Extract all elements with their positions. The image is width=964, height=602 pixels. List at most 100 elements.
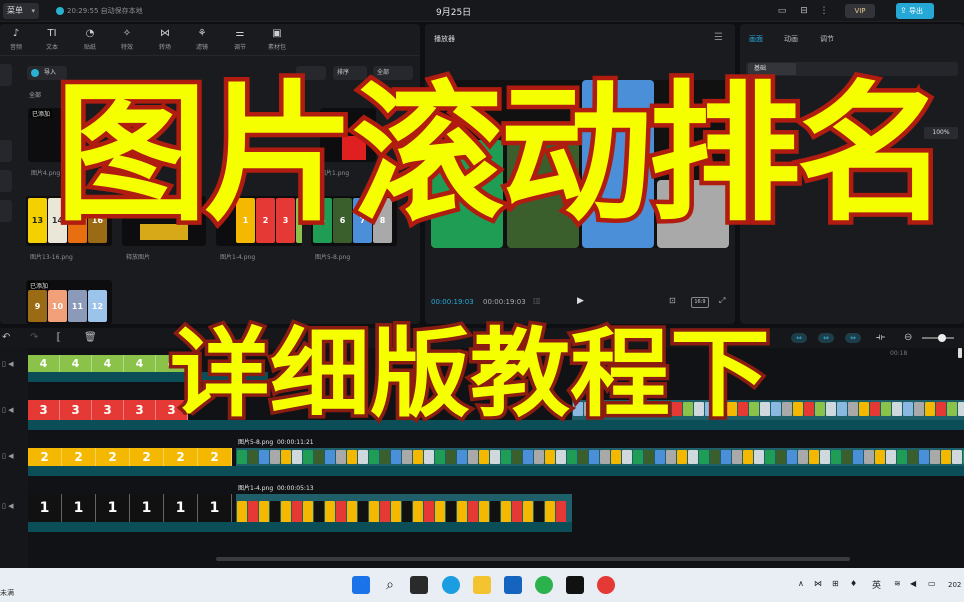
tray-app-icon[interactable]: ⋈: [814, 579, 822, 588]
tab-adjust[interactable]: 调节: [820, 34, 834, 44]
tab-picture[interactable]: 画面: [749, 34, 763, 44]
export-button[interactable]: ⇪ 导出: [896, 3, 934, 19]
filmstrip-tile: [259, 450, 269, 464]
adjust-icon: ⚌: [235, 28, 245, 39]
input-method[interactable]: 英: [872, 578, 881, 591]
battery-icon[interactable]: ▭: [928, 579, 936, 588]
menu-icon[interactable]: ☰: [714, 32, 723, 43]
weather-widget[interactable]: 未满: [0, 588, 14, 598]
track-mute-icon[interactable]: ▯ ◀: [2, 452, 13, 460]
project-title[interactable]: 9月25日: [436, 5, 471, 18]
align-icon[interactable]: ⟛: [876, 332, 885, 343]
tool-transition[interactable]: ⋈ 转场: [147, 27, 183, 51]
filmstrip-tile: [490, 450, 500, 464]
capcut-icon[interactable]: [566, 576, 584, 594]
preview-axis-icon[interactable]: ⇔: [845, 333, 861, 343]
tool-adjust[interactable]: ⚌ 调节: [222, 27, 258, 51]
redo-icon[interactable]: ↷: [30, 332, 38, 343]
media-thumb[interactable]: 已添加 9 10 11 12: [26, 280, 112, 324]
filmstrip-tile: [864, 450, 874, 464]
sub-title-overlay: 详细版教程下: [167, 315, 774, 425]
undo-icon[interactable]: ↶: [2, 332, 10, 343]
sidebar-item[interactable]: [0, 140, 12, 162]
track-segment: 1: [164, 494, 198, 522]
filmstrip-tile: [897, 450, 907, 464]
filmstrip-tile: [413, 450, 423, 464]
screen-icon[interactable]: ▭: [776, 5, 788, 17]
taskview-icon[interactable]: [410, 576, 428, 594]
filmstrip-tile: [281, 450, 291, 464]
filmstrip-tile: [336, 450, 346, 464]
filmstrip-tile: [633, 450, 643, 464]
delete-icon[interactable]: 🗑: [84, 332, 97, 343]
tray-app-icon[interactable]: ⊞: [832, 579, 839, 588]
filmstrip-tile: [380, 501, 390, 522]
filmstrip-tile: [743, 450, 753, 464]
tool-effects[interactable]: ✧ 特效: [109, 27, 145, 51]
tray-up-icon[interactable]: ∧: [798, 579, 804, 588]
tool-sticker[interactable]: ◔ 贴纸: [72, 27, 108, 51]
sticker-icon: ◔: [85, 28, 95, 39]
sidebar-item[interactable]: [0, 170, 12, 192]
ratio-button[interactable]: 16:9: [691, 297, 709, 308]
clip-strip-2[interactable]: [236, 448, 964, 466]
folder-icon[interactable]: [473, 576, 491, 594]
filmstrip-tile: [930, 450, 940, 464]
zoom-slider-knob[interactable]: [938, 334, 946, 342]
horizontal-scrollbar[interactable]: [216, 557, 850, 561]
tab-animation[interactable]: 动画: [784, 34, 798, 44]
filmstrip-tile: [314, 501, 324, 522]
track-clip-2[interactable]: 222222: [28, 448, 232, 466]
filmstrip-tile: [347, 501, 357, 522]
filmstrip-tile: [534, 450, 544, 464]
split-icon[interactable]: ⟦: [56, 332, 61, 343]
track-segment: 1: [96, 494, 130, 522]
track-segment: 3: [60, 400, 92, 420]
play-button[interactable]: ▶: [577, 296, 584, 306]
wechat-icon[interactable]: [535, 576, 553, 594]
expand-icon[interactable]: ⤢: [719, 296, 725, 306]
fullscreen-toggle-icon[interactable]: ▥: [533, 296, 541, 305]
tool-audio[interactable]: ♪ 音频: [0, 27, 34, 51]
volume-icon[interactable]: ◀: [910, 579, 916, 588]
more-icon[interactable]: ⋮: [818, 5, 830, 17]
magnet-icon[interactable]: ⇔: [791, 333, 807, 343]
cell-10: 10: [48, 290, 67, 322]
tool-text[interactable]: TI 文本: [34, 27, 70, 51]
tool-filter[interactable]: ⚘ 滤镜: [184, 27, 220, 51]
menu-button[interactable]: 菜单 ▾: [3, 3, 39, 19]
sidebar-item[interactable]: [0, 200, 12, 222]
zoom-out-icon[interactable]: ⊖: [904, 332, 912, 343]
track-clip-1[interactable]: 111111: [28, 494, 232, 522]
sidebar-item[interactable]: [0, 64, 12, 86]
filmstrip-tile: [391, 501, 401, 522]
link-icon[interactable]: ⇔: [818, 333, 834, 343]
layout-icon[interactable]: ⊟: [798, 5, 810, 17]
filmstrip-tile: [512, 501, 522, 522]
wifi-icon[interactable]: ≋: [894, 579, 901, 588]
player-title: 播放器: [434, 35, 455, 43]
track-segment: 1: [28, 494, 62, 522]
playhead[interactable]: [958, 348, 962, 358]
track-mute-icon[interactable]: ▯ ◀: [2, 406, 13, 414]
browser-icon[interactable]: [442, 576, 460, 594]
fit-icon[interactable]: ⊡: [669, 296, 676, 305]
start-icon[interactable]: [352, 576, 370, 594]
tool-pack[interactable]: ▣ 素材包: [259, 27, 295, 51]
current-timecode: 00:00:19:03: [431, 298, 474, 306]
track-segment: 3: [28, 400, 60, 420]
track-mute-icon[interactable]: ▯ ◀: [2, 360, 13, 368]
filmstrip-tile: [886, 450, 896, 464]
filmstrip-tile: [413, 501, 423, 522]
filmstrip-tile: [325, 501, 335, 522]
clip-strip-1[interactable]: [236, 494, 572, 522]
microphone-icon[interactable]: ♦: [850, 579, 857, 588]
vip-badge[interactable]: VIP: [845, 4, 875, 18]
filmstrip-tile: [501, 450, 511, 464]
media-sidebar: [0, 58, 24, 324]
track-mute-icon[interactable]: ▯ ◀: [2, 502, 13, 510]
mail-icon[interactable]: [504, 576, 522, 594]
search-icon[interactable]: ⌕: [381, 576, 399, 594]
recorder-icon[interactable]: [597, 576, 615, 594]
export-label: 导出: [909, 7, 923, 15]
